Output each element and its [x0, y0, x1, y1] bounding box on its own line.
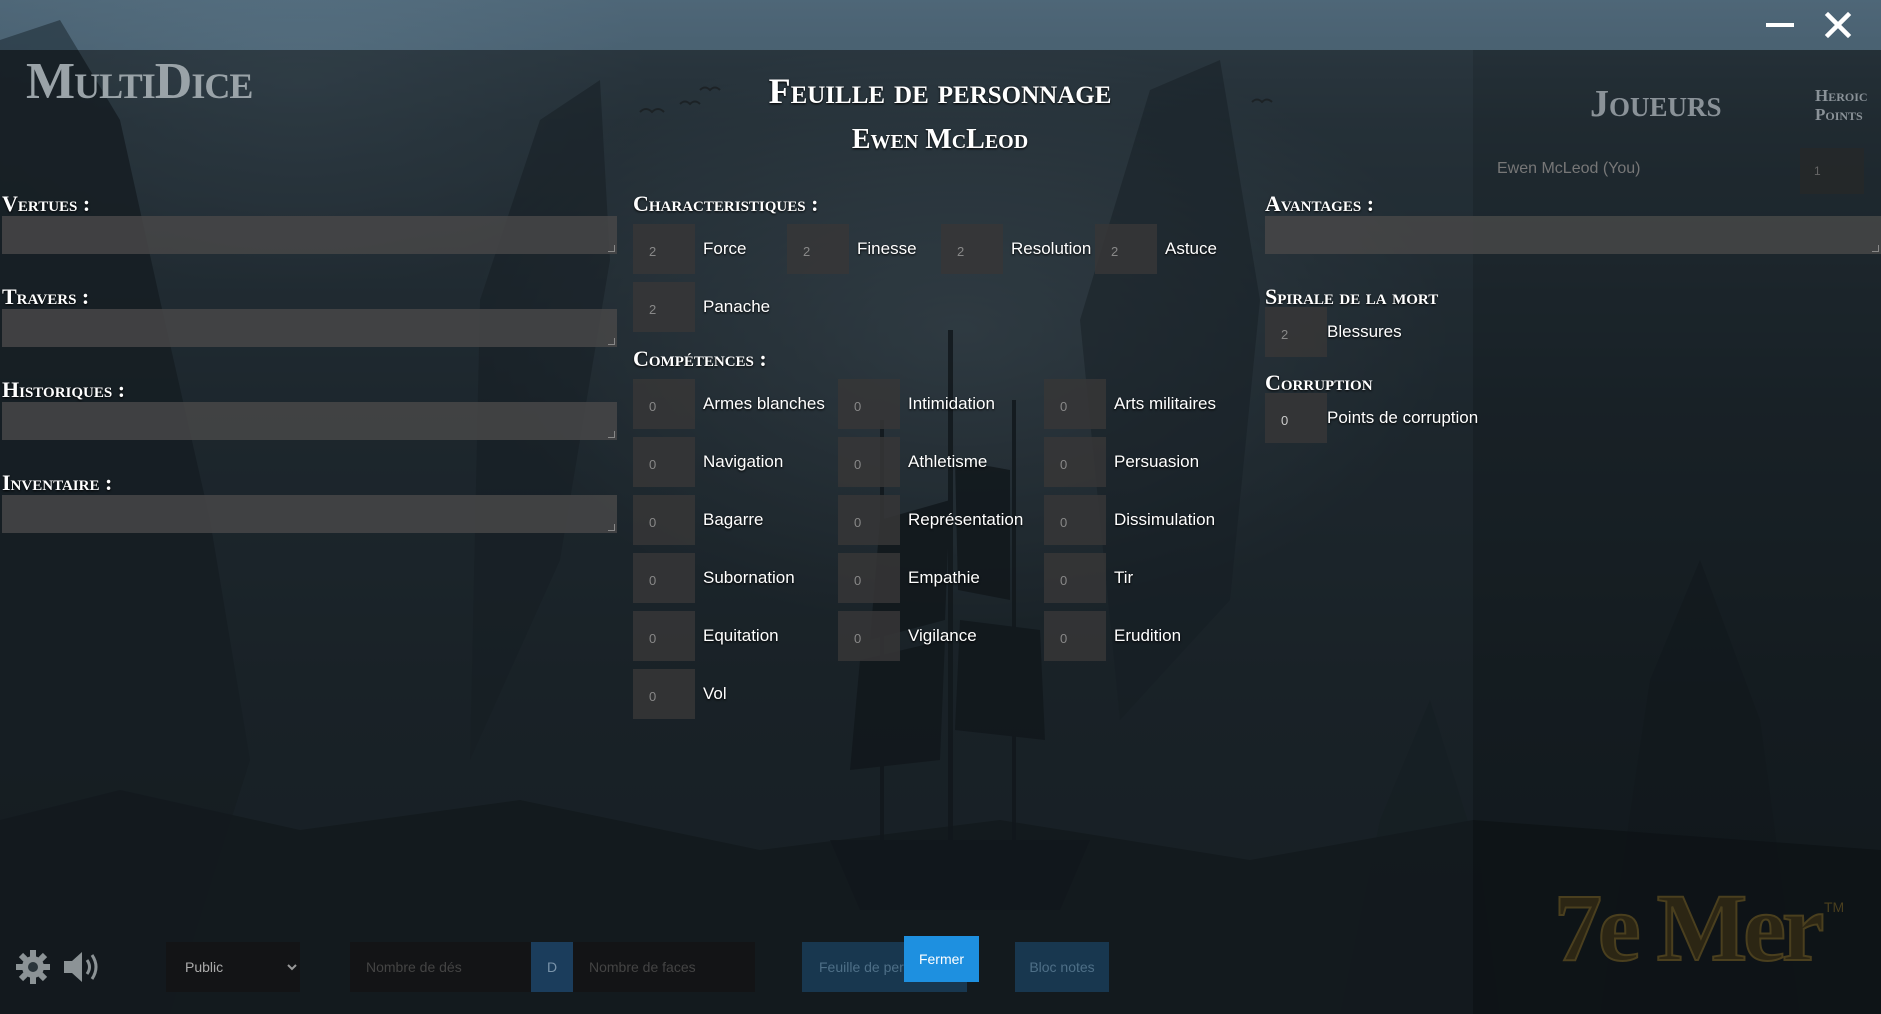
heroic-title-line-1: Heroic [1815, 86, 1868, 105]
finesse-label: Finesse [857, 239, 917, 258]
corruption-points-label: Points de corruption [1327, 408, 1479, 427]
panache-input[interactable]: 2 [633, 282, 695, 332]
advantages-textarea[interactable] [1265, 216, 1881, 254]
skill-label: Bagarre [703, 510, 764, 529]
skill-label: Empathie [908, 568, 980, 587]
skill-input[interactable]: 0 [1044, 379, 1106, 429]
backgrounds-label: Historiques : [2, 377, 126, 402]
skill-input[interactable]: 0 [633, 379, 695, 429]
heroic-title-line-2: Points [1815, 105, 1863, 124]
trademark-mark: TM [1824, 899, 1844, 915]
wounds-label: Blessures [1327, 322, 1402, 341]
brand-logo: 7e Mer TM [1553, 873, 1844, 982]
astuce-input[interactable]: 2 [1095, 224, 1157, 274]
characteristics-label: Characteristiques : [633, 191, 819, 216]
gear-icon[interactable] [14, 948, 52, 986]
dice-faces-input[interactable]: Nombre de faces [573, 942, 755, 992]
skill-label: Subornation [703, 568, 795, 587]
force-label: Force [703, 239, 747, 258]
skill-input[interactable]: 0 [633, 553, 695, 603]
chevron-down-icon [287, 964, 297, 971]
wounds-input[interactable]: 2 [1265, 307, 1327, 357]
inventory-label: Inventaire : [2, 470, 113, 495]
skill-label: Vol [703, 684, 727, 703]
skill-input[interactable]: 0 [838, 437, 900, 487]
flaws-label: Travers : [2, 284, 90, 309]
dice-count-input[interactable]: Nombre de dés [350, 942, 531, 992]
skill-label: Armes blanches [703, 394, 825, 413]
skill-label: Arts militaires [1114, 394, 1217, 413]
minimize-icon[interactable] [1762, 8, 1798, 42]
heroic-points-title: Heroic Points [1815, 86, 1868, 124]
close-icon[interactable] [1820, 8, 1856, 42]
heroic-points-input[interactable]: 1 [1800, 148, 1864, 194]
virtues-label: Vertues : [2, 191, 91, 216]
app-logo: MultiDice [26, 53, 253, 110]
skill-input[interactable]: 0 [1044, 553, 1106, 603]
virtues-textarea[interactable] [2, 216, 617, 254]
skills-label: Compétences : [633, 346, 767, 371]
skill-input[interactable]: 0 [838, 495, 900, 545]
player-name: Ewen McLeod (You) [1497, 160, 1641, 177]
skill-input[interactable]: 0 [1044, 495, 1106, 545]
panache-label: Panache [703, 297, 771, 316]
skill-input[interactable]: 0 [1044, 611, 1106, 661]
force-input[interactable]: 2 [633, 224, 695, 274]
flaws-textarea[interactable] [2, 309, 617, 347]
skill-label: Persuasion [1114, 452, 1200, 471]
sheet-title: Feuille de personnage [768, 71, 1112, 111]
skill-label: Athletisme [908, 452, 988, 471]
skill-input[interactable]: 0 [838, 379, 900, 429]
skill-label: Représentation [908, 510, 1024, 529]
skill-label: Dissimulation [1114, 510, 1216, 529]
skill-label: Intimidation [908, 394, 995, 413]
skill-input[interactable]: 0 [633, 611, 695, 661]
dice-separator: D [531, 942, 573, 992]
skill-input[interactable]: 0 [1044, 437, 1106, 487]
astuce-label: Astuce [1165, 239, 1217, 258]
skill-input[interactable]: 0 [838, 611, 900, 661]
skill-input[interactable]: 0 [838, 553, 900, 603]
speaker-icon[interactable] [62, 948, 104, 986]
skill-label: Navigation [703, 452, 784, 471]
inventory-textarea[interactable] [2, 495, 617, 533]
finesse-input[interactable]: 2 [787, 224, 849, 274]
character-name: Ewen McLeod [851, 124, 1029, 155]
skill-label: Tir [1114, 568, 1134, 587]
advantages-label: Avantages : [1265, 191, 1375, 216]
notes-button[interactable]: Bloc notes [1015, 942, 1109, 992]
resolution-input[interactable]: 2 [941, 224, 1003, 274]
skill-label: Equitation [703, 626, 779, 645]
brand-logo-text: 7e Mer [1554, 874, 1823, 981]
skill-input[interactable]: 0 [633, 669, 695, 719]
backgrounds-textarea[interactable] [2, 402, 617, 440]
skill-label: Erudition [1114, 626, 1182, 645]
players-title: Joueurs [1590, 83, 1722, 125]
resolution-label: Resolution [1011, 239, 1092, 258]
skill-label: Vigilance [908, 626, 977, 645]
skill-input[interactable]: 0 [633, 437, 695, 487]
title-bar [0, 0, 1881, 50]
visibility-select[interactable]: Public [166, 942, 300, 992]
corruption-input[interactable]: 0 [1265, 393, 1327, 443]
close-sheet-button[interactable]: Fermer [904, 936, 979, 982]
skill-input[interactable]: 0 [633, 495, 695, 545]
